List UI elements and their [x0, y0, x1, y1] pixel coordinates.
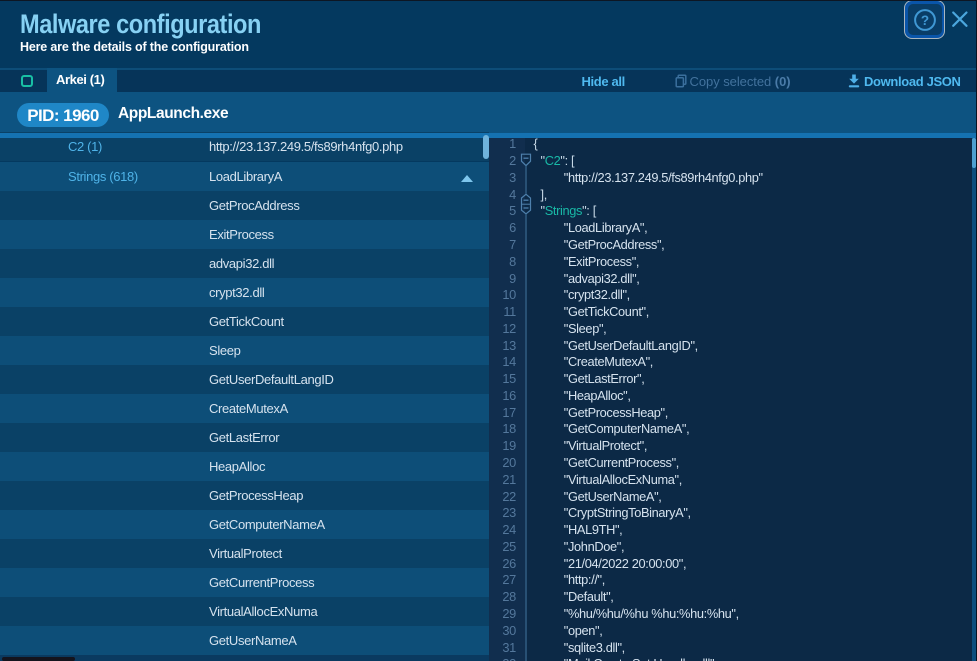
svg-text:?: ? [921, 13, 929, 28]
